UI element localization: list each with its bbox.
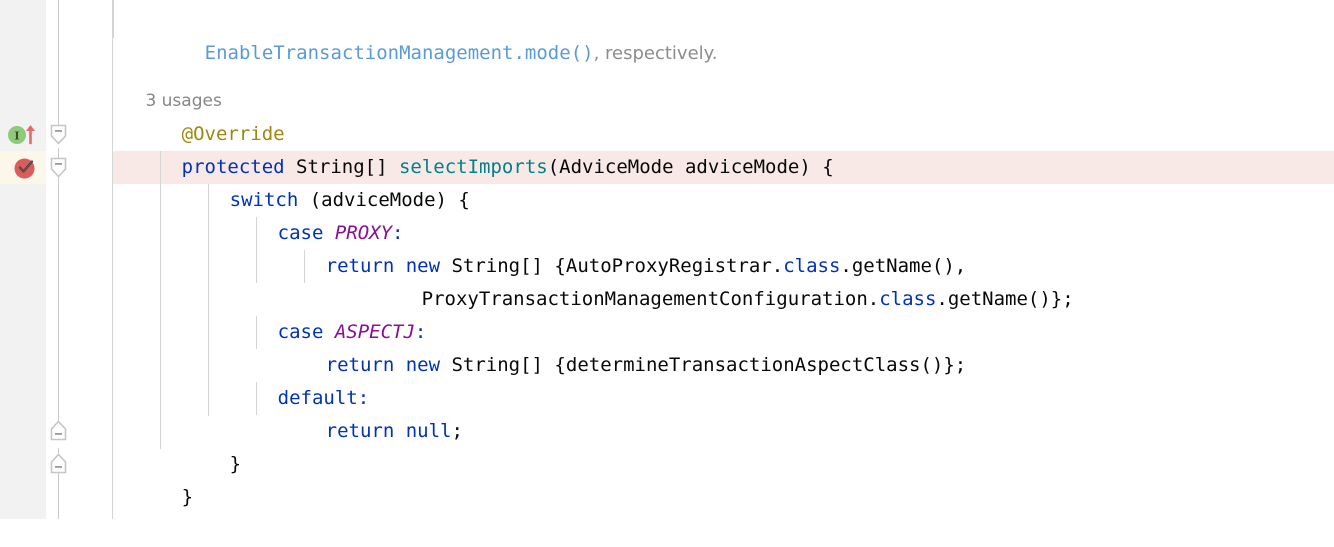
svg-text:I: I	[14, 130, 19, 143]
implements-method-icon: I	[8, 125, 35, 145]
code-line-return-aspectj: return new String[] {determineTransactio…	[257, 316, 967, 376]
code-text-layer[interactable]: EnableTransactionManagement.mode(), resp…	[0, 0, 1334, 519]
keyword-class-2: class	[879, 288, 937, 310]
fold-expand-icon-4[interactable]	[50, 453, 67, 474]
breakpoint-marker[interactable]	[13, 156, 35, 179]
code-editor[interactable]: I EnableTransactionManagement.mode(), re…	[0, 0, 1334, 519]
array-init-determinetransactionaspectclass: String[] {determineTransactionAspectClas…	[451, 354, 967, 376]
code-line-method-signature: protected String[] selectImports(AdviceM…	[113, 118, 834, 178]
fold-chevron-down-icon-1	[50, 124, 67, 145]
brace-close-method: }	[181, 486, 194, 508]
editor-gutter[interactable]	[0, 0, 46, 519]
code-line-return-proxy-2: ProxyTransactionManagementConfiguration.…	[353, 250, 1074, 310]
code-line-close-method: }	[113, 448, 193, 508]
statement-semicolon: ;	[451, 420, 463, 442]
class-proxytransactionmanagementconfiguration: ProxyTransactionManagementConfiguration.	[421, 288, 880, 310]
getname-call-2: .getName()};	[936, 288, 1074, 310]
code-line-return-null: return null;	[257, 382, 463, 442]
code-line-javadoc: EnableTransactionManagement.mode(), resp…	[136, 4, 718, 64]
inlay-hint-usages[interactable]: 3 usages	[113, 52, 221, 111]
fold-chevron-down-icon-2	[50, 157, 67, 178]
code-line-close-switch: }	[161, 415, 241, 475]
fold-chevron-up-icon-1	[50, 420, 67, 441]
editor-folding-strip[interactable]	[46, 0, 112, 519]
fold-rail-mid	[58, 148, 59, 430]
javadoc-text: , respectively.	[593, 43, 718, 64]
code-line-case-proxy: case PROXY:	[209, 184, 404, 244]
code-line-default: default:	[209, 349, 370, 409]
fold-collapse-icon-1[interactable]	[50, 124, 67, 145]
javadoc-code-link[interactable]: EnableTransactionManagement.mode()	[205, 42, 594, 64]
fold-chevron-up-icon-2	[50, 453, 67, 474]
fold-collapse-icon-2[interactable]	[50, 157, 67, 178]
code-line-return-proxy-1: return new String[] {AutoProxyRegistrar.…	[257, 217, 967, 277]
fold-expand-icon-3[interactable]	[50, 420, 67, 441]
code-line-switch: switch (adviceMode) {	[161, 151, 470, 211]
keyword-return-null: return null	[325, 420, 452, 442]
breakpoint-verified-icon	[14, 158, 35, 179]
implementing-method-marker[interactable]: I	[6, 123, 38, 145]
fold-rail-top	[58, 0, 59, 130]
code-line-case-aspectj: case ASPECTJ:	[209, 283, 427, 343]
method-params: (AdviceMode adviceMode) {	[547, 156, 834, 178]
code-line-annotation: @Override	[113, 85, 285, 145]
brace-close-switch: }	[229, 453, 242, 475]
